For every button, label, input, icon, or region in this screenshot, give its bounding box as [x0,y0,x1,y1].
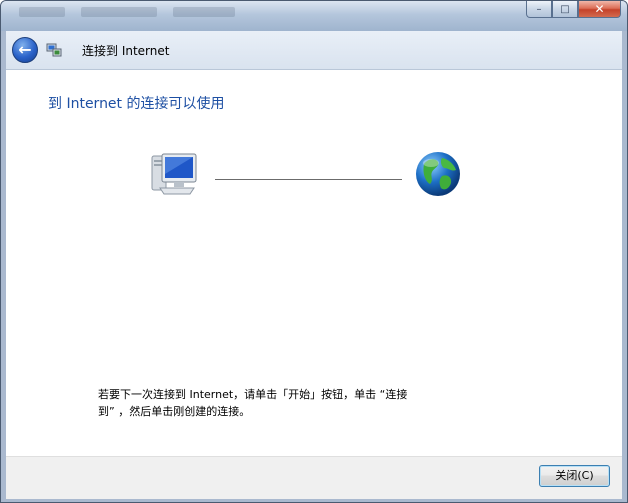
dialog-window: – □ ✕ ← 连接到 Internet 到 Internet 的连接可以使用 [0,0,628,503]
window-controls: – □ ✕ [526,1,621,18]
info-text: 若要下一次连接到 Internet，请单击「开始」按钮，单击 “连接 到” ，然… [98,386,458,420]
maximize-button[interactable]: □ [552,1,578,18]
window-title: 连接到 Internet [82,44,170,58]
globe-icon [416,152,460,196]
close-window-button[interactable]: ✕ [578,1,621,18]
back-arrow-icon[interactable]: ← [12,37,38,63]
info-line-2: 到” ，然后单击刚创建的连接。 [98,405,251,418]
minimize-button[interactable]: – [526,1,552,18]
content-area: 到 Internet 的连接可以使用 若要下一次连接到 Internet，请单击… [6,70,622,456]
computer-icon [151,153,197,195]
title-bar: – □ ✕ [1,1,627,31]
connection-line [215,179,402,180]
close-button[interactable]: 关闭(C) [539,465,610,487]
page-heading: 到 Internet 的连接可以使用 [48,96,225,112]
footer-bar: 关闭(C) [6,456,622,499]
info-line-1: 若要下一次连接到 Internet，请单击「开始」按钮，单击 “连接 [98,388,408,401]
network-icon [46,43,62,57]
navigation-bar: ← 连接到 Internet [6,31,622,70]
background-taskbar-reflection [19,7,235,19]
